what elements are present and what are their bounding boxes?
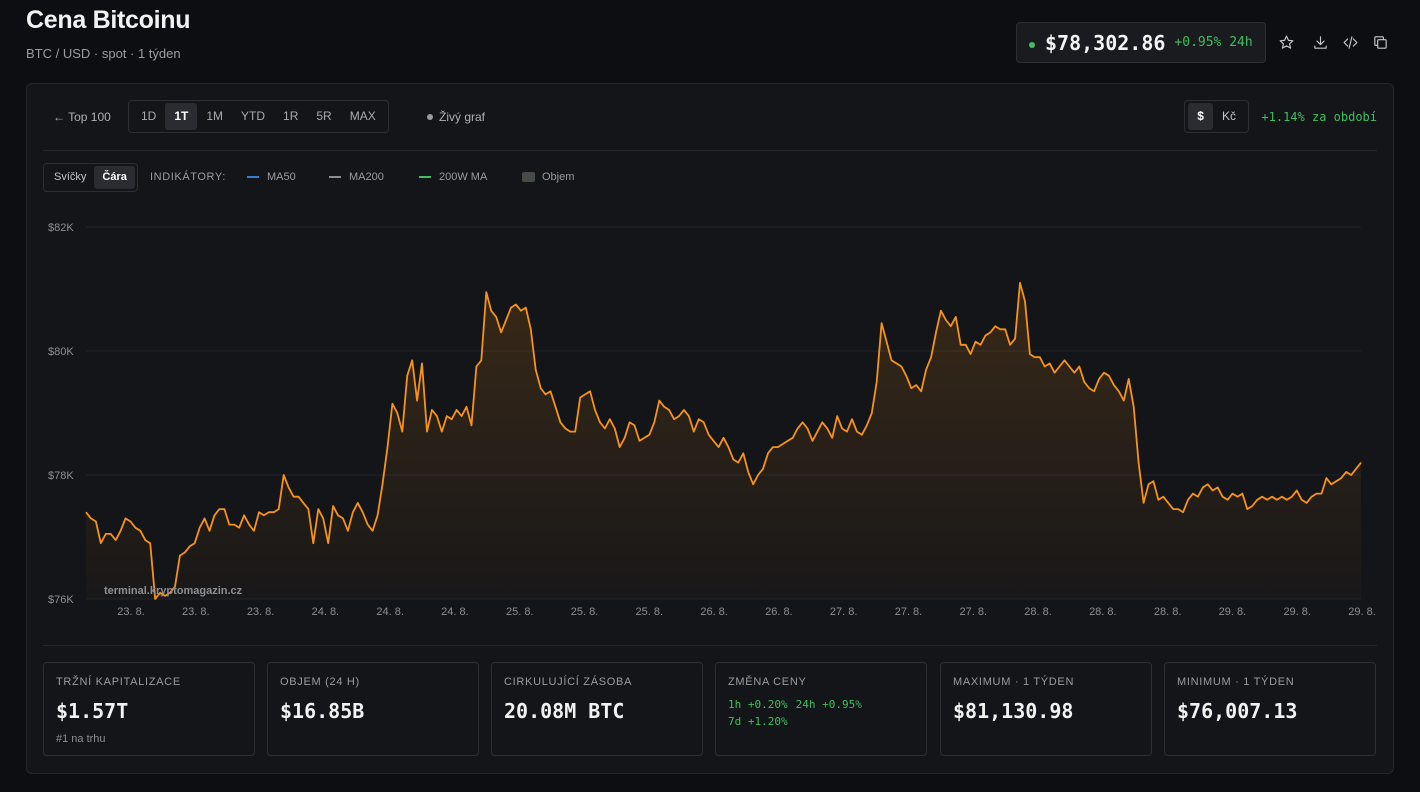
x-tick-label: 26. 8.: [765, 606, 793, 618]
price-area: [86, 282, 1361, 599]
stat-label: ZMĚNA CENY: [728, 676, 807, 688]
indicator-200w-ma[interactable]: 200W MA: [419, 171, 487, 183]
stat-label: MAXIMUM · 1 TÝDEN: [953, 676, 1075, 688]
range-max-button[interactable]: MAX: [341, 103, 385, 130]
stats-divider: [43, 645, 1377, 646]
indicator-ma50[interactable]: MA50: [247, 171, 296, 183]
stat-label: TRŽNÍ KAPITALIZACE: [56, 676, 181, 688]
candles-button[interactable]: Svíčky: [46, 166, 94, 189]
x-tick-label: 25. 8.: [571, 606, 599, 618]
ma50-swatch: [247, 176, 259, 178]
star-icon[interactable]: [1276, 32, 1296, 52]
chart-type-selector: Svíčky Čára: [43, 163, 138, 192]
x-tick-label: 25. 8.: [506, 606, 534, 618]
range-1t-button[interactable]: 1T: [165, 103, 198, 130]
stat-label: OBJEM (24 H): [280, 676, 360, 688]
ma200-swatch: [329, 176, 341, 178]
current-price: $78,302.86: [1045, 30, 1166, 55]
x-tick-label: 28. 8.: [1154, 606, 1182, 618]
x-tick-label: 23. 8.: [182, 606, 210, 618]
stat-label: CIRKULUJÍCÍ ZÁSOBA: [504, 676, 633, 688]
indicator-ma200[interactable]: MA200: [329, 171, 384, 183]
range-ytd-button[interactable]: YTD: [232, 103, 274, 130]
y-tick-label: $76K: [48, 594, 74, 606]
stat-value: 20.08M BTC: [504, 699, 625, 723]
x-tick-label: 23. 8.: [247, 606, 275, 618]
copy-icon[interactable]: [1370, 32, 1390, 52]
code-icon[interactable]: [1340, 32, 1360, 52]
live-chart-label: Živý graf: [439, 110, 486, 124]
x-tick-label: 24. 8.: [376, 606, 404, 618]
line-button[interactable]: Čára: [94, 166, 135, 189]
change-7d: 7d +1.20%: [728, 715, 788, 728]
x-tick-label: 23. 8.: [117, 606, 145, 618]
change-24h: 24h +0.95%: [795, 698, 862, 711]
indicator-volume[interactable]: Objem: [522, 171, 574, 183]
stat-market-cap: TRŽNÍ KAPITALIZACE $1.57T #1 na trhu: [43, 662, 255, 756]
currency-usd-button[interactable]: $: [1188, 103, 1213, 130]
currency-czk-button[interactable]: Kč: [1213, 103, 1245, 130]
y-axis: $76K $78K $80K $82K: [48, 222, 74, 606]
200w-ma-swatch: [419, 176, 431, 178]
price-change-list: 1h +0.20% 24h +0.95% 7d +1.20%: [728, 696, 914, 730]
volume-swatch: [522, 172, 535, 182]
currency-selector: $ Kč: [1184, 100, 1249, 133]
x-tick-label: 24. 8.: [441, 606, 469, 618]
download-icon[interactable]: [1310, 32, 1330, 52]
200w-ma-label: 200W MA: [439, 171, 488, 183]
y-tick-label: $82K: [48, 222, 74, 234]
stat-volume-24h: OBJEM (24 H) $16.85B: [267, 662, 479, 756]
stat-price-change: ZMĚNA CENY 1h +0.20% 24h +0.95% 7d +1.20%: [715, 662, 927, 756]
range-1r-button[interactable]: 1R: [274, 103, 307, 130]
stat-label: MINIMUM · 1 TÝDEN: [1177, 676, 1295, 688]
stat-sub: #1 na trhu: [56, 733, 106, 745]
page-subtitle: BTC / USD · spot · 1 týden: [26, 46, 181, 61]
live-chart-toggle[interactable]: Živý graf: [427, 110, 485, 124]
chart-watermark: terminal.kryptomagazin.cz: [104, 585, 243, 597]
x-tick-label: 24. 8.: [312, 606, 340, 618]
x-tick-label: 29. 8.: [1283, 606, 1311, 618]
x-tick-label: 29. 8.: [1219, 606, 1247, 618]
x-tick-label: 29. 8.: [1348, 606, 1376, 618]
period-change: +1.14% za období: [1261, 110, 1377, 124]
price-change-24h: +0.95% 24h: [1174, 35, 1253, 50]
x-tick-label: 25. 8.: [636, 606, 664, 618]
live-indicator-dot: [1029, 41, 1035, 48]
x-tick-label: 28. 8.: [1024, 606, 1052, 618]
stat-value: $76,007.13: [1177, 699, 1298, 723]
stat-value: $16.85B: [280, 699, 365, 723]
ma200-label: MA200: [349, 171, 384, 183]
toolbar-divider: [43, 150, 1377, 151]
x-tick-label: 27. 8.: [959, 606, 987, 618]
stat-week-high: MAXIMUM · 1 TÝDEN $81,130.98: [940, 662, 1152, 756]
page-title: Cena Bitcoinu: [26, 6, 191, 34]
price-chart[interactable]: $76K $78K $80K $82K 23. 8. 23. 8. 23. 8. 24. 8…: [27, 204, 1393, 629]
y-tick-label: $78K: [48, 470, 74, 482]
indicators-label: INDIKÁTORY:: [150, 171, 226, 183]
change-1h: 1h +0.20%: [728, 698, 788, 711]
x-tick-label: 26. 8.: [700, 606, 728, 618]
y-tick-label: $80K: [48, 346, 74, 358]
x-tick-label: 27. 8.: [830, 606, 858, 618]
stat-value: $1.57T: [56, 699, 129, 723]
x-tick-label: 27. 8.: [895, 606, 923, 618]
range-1d-button[interactable]: 1D: [132, 103, 165, 130]
time-range-selector: 1D 1T 1M YTD 1R 5R MAX: [128, 100, 389, 133]
stat-value: $81,130.98: [953, 699, 1074, 723]
range-1m-button[interactable]: 1M: [197, 103, 232, 130]
live-price-box: $78,302.86 +0.95% 24h: [1016, 22, 1266, 63]
back-to-top100-link[interactable]: ← Top 100: [53, 110, 111, 124]
x-tick-label: 28. 8.: [1089, 606, 1117, 618]
ma50-label: MA50: [267, 171, 296, 183]
x-axis: 23. 8. 23. 8. 23. 8. 24. 8. 24. 8. 24. 8. 25. …: [117, 606, 1376, 618]
stat-circulating-supply: CIRKULUJÍCÍ ZÁSOBA 20.08M BTC: [491, 662, 703, 756]
chart-card: ← Top 100 1D 1T 1M YTD 1R 5R MAX Živý gr…: [26, 83, 1394, 774]
stat-week-low: MINIMUM · 1 TÝDEN $76,007.13: [1164, 662, 1376, 756]
range-5r-button[interactable]: 5R: [307, 103, 340, 130]
volume-label: Objem: [542, 171, 575, 183]
live-chart-dot: [427, 114, 433, 120]
